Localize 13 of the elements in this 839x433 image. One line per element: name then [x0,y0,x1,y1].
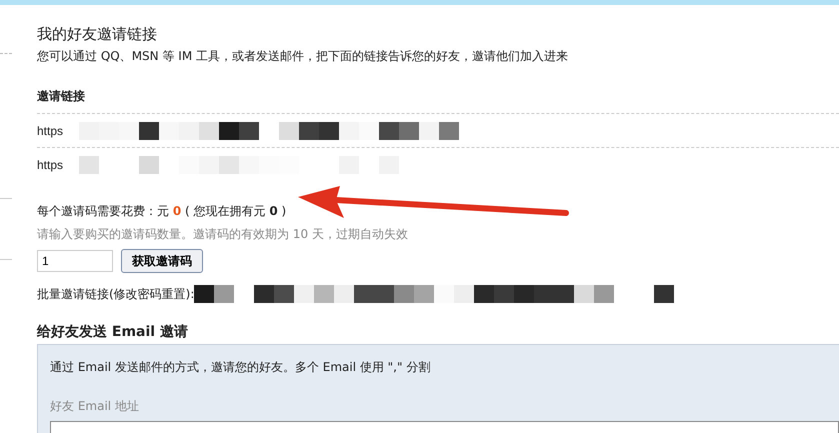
cost-text: 每个邀请码需要花费：元 0 ( 您现在拥有元 0 ) [37,203,288,220]
batch-label: 批量邀请链接(修改密码重置): [37,286,194,302]
panel-description: 通过 Email 发送邮件的方式，邀请您的好友。多个 Email 使用 "," 分割 [50,359,432,376]
field-label: 好友 Email 地址 [50,398,140,415]
buy-button[interactable]: 获取邀请码 [121,249,203,273]
link-prefix: https [37,158,64,172]
quantity-field[interactable]: 1 [37,250,113,272]
intro-text: 您可以通过 QQ、MSN 等 IM 工具，或者发送邮件，把下面的链接告诉您的好友，邀请他们加入进来 [37,48,569,65]
section-heading: 邀请链接 [37,88,86,105]
page-title: 我的好友邀请链接 [37,25,158,44]
link-prefix: https [37,124,64,138]
hint-text: 请输入要购买的邀请码数量。邀请码的有效期为 10 天，过期自动失效 [37,226,409,243]
section-heading: 给好友发送 Email 邀请 [37,323,189,341]
